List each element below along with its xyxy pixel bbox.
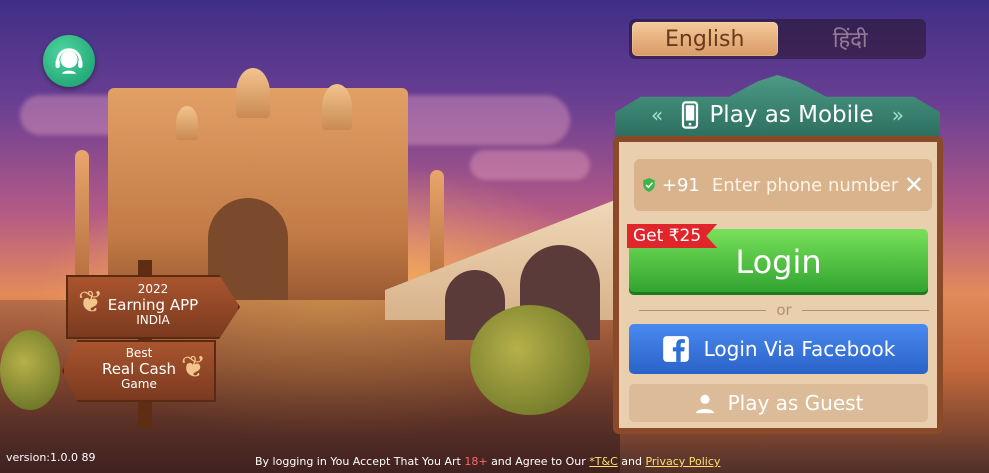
divider-line: [639, 309, 767, 311]
sign-earning-app: ❦ 2022 Earning APP INDIA: [66, 275, 240, 339]
guest-play-button[interactable]: Play as Guest: [629, 384, 928, 422]
facebook-login-label: Login Via Facebook: [703, 337, 896, 361]
headset-support-icon: [55, 48, 83, 74]
phone-input[interactable]: [709, 173, 904, 197]
facebook-login-button[interactable]: Login Via Facebook: [629, 324, 928, 374]
bonus-badge: Get ₹25: [627, 224, 718, 248]
dome: [176, 106, 198, 140]
person-icon: [695, 394, 714, 414]
laurel-right-icon: ❦: [180, 350, 206, 385]
panel-title-text: Play as Mobile: [709, 102, 874, 128]
shield-check-icon: [643, 178, 655, 192]
flower-bush: [0, 330, 60, 410]
dome: [322, 84, 352, 130]
phone-field: +91 ✕: [634, 159, 932, 211]
laurel-left-icon: ❦: [78, 285, 104, 320]
chevron-right-icon: »: [891, 103, 904, 127]
divider-line: [801, 309, 930, 311]
footer-text-2: and Agree to Our: [491, 455, 586, 468]
language-tab-english[interactable]: English: [632, 22, 778, 56]
privacy-policy-link[interactable]: Privacy Policy: [645, 455, 720, 468]
terms-footer: By logging in You Accept That You Art 18…: [255, 455, 720, 468]
or-text: or: [776, 301, 792, 319]
facebook-icon: [662, 336, 689, 362]
language-tab-hindi[interactable]: हिंदी: [778, 22, 924, 56]
or-divider: or: [639, 299, 930, 321]
sign-real-cash: ❦ Best Real Cash Game: [62, 340, 216, 402]
guest-play-label: Play as Guest: [727, 391, 864, 415]
footer-text-3: and: [621, 455, 642, 468]
terms-link[interactable]: *T&C: [589, 455, 617, 468]
gateway-monument: [108, 88, 408, 300]
login-panel: +91 ✕ Login Get ₹25 or Login Via Faceboo…: [613, 136, 943, 434]
chevron-left-icon: «: [651, 103, 664, 127]
version-label: version:1.0.0 89: [6, 451, 96, 464]
age-badge: 18+: [464, 455, 488, 468]
close-x-icon[interactable]: ✕: [904, 171, 924, 199]
cloud: [470, 150, 590, 180]
footer-text-1: By logging in You Accept That You Art: [255, 455, 461, 468]
country-code: +91: [661, 174, 700, 196]
dome: [236, 68, 270, 118]
mobile-phone-icon: [682, 101, 699, 129]
help-button[interactable]: [43, 35, 95, 87]
language-switcher: English हिंदी: [629, 19, 926, 59]
flower-bush: [470, 305, 590, 415]
panel-title: Play as Mobile: [681, 101, 874, 129]
